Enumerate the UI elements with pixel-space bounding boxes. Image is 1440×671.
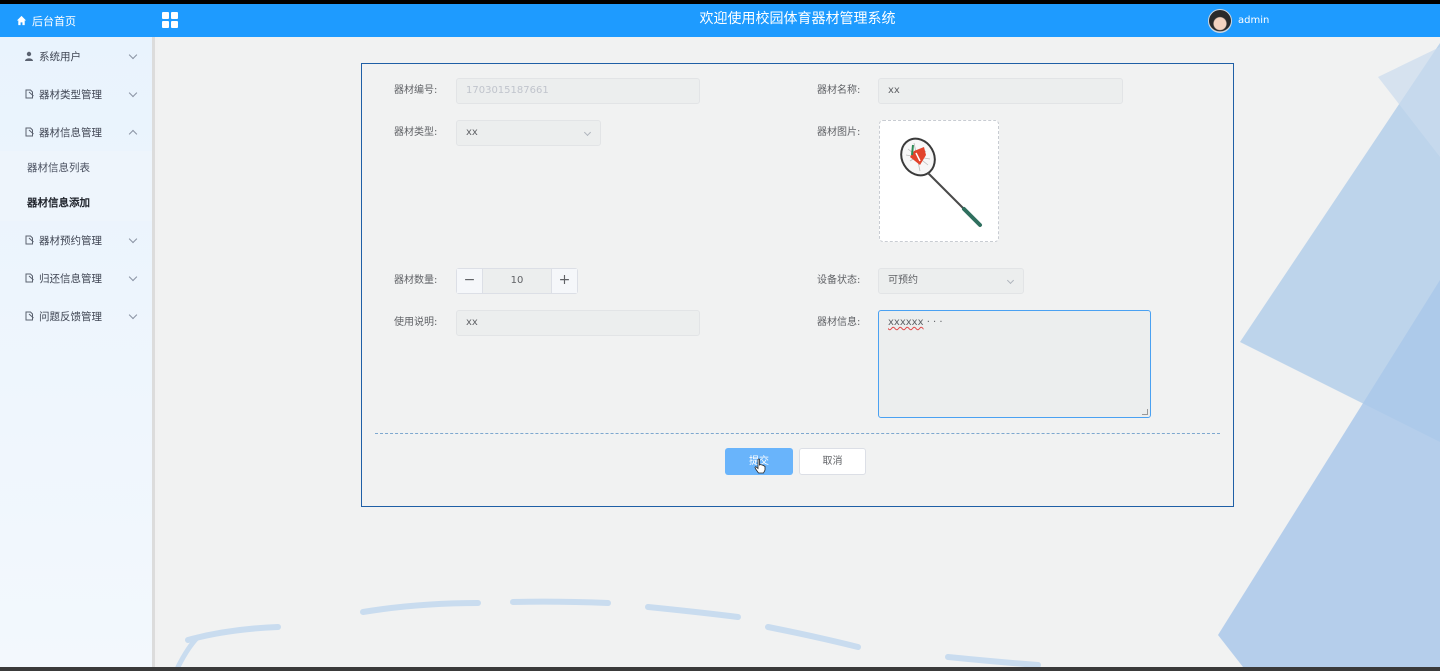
chevron-down-icon — [128, 234, 138, 244]
sidebar-item-label: 系统用户 — [39, 50, 81, 63]
code-input: 1703015187661 — [456, 78, 700, 104]
quantity-stepper: − 10 + — [456, 268, 578, 294]
equipment-add-form: 器材编号: 1703015187661 器材名称: xx 器材类型: xx 器材… — [361, 63, 1234, 507]
chevron-down-icon — [128, 88, 138, 98]
menu-toggle-grid-icon[interactable] — [162, 12, 178, 28]
main-content: 器材编号: 1703015187661 器材名称: xx 器材类型: xx 器材… — [158, 37, 1440, 667]
qty-label: 器材数量: — [394, 275, 438, 286]
info-text: xxxxxx — [888, 317, 924, 328]
submenu-equipment-info: 器材信息列表 器材信息添加 — [0, 151, 152, 221]
qty-input[interactable]: 10 — [483, 269, 551, 293]
chevron-down-icon — [1006, 276, 1015, 285]
sidebar-item-label: 问题反馈管理 — [39, 310, 102, 323]
info-text-suffix: · · · — [926, 317, 943, 328]
status-label: 设备状态: — [817, 275, 861, 286]
sidebar-item-label: 归还信息管理 — [39, 272, 102, 285]
avatar[interactable] — [1208, 8, 1232, 33]
top-header: 后台首页 欢迎使用校园体育器材管理系统 admin — [0, 4, 1440, 37]
usage-input[interactable]: xx — [456, 310, 700, 336]
chevron-down-icon — [128, 272, 138, 282]
doc-icon — [25, 273, 34, 283]
resize-handle-icon[interactable] — [1142, 409, 1148, 415]
sidebar-item-equipment-type[interactable]: 器材类型管理 — [0, 75, 152, 113]
chevron-down-icon — [128, 310, 138, 320]
doc-icon — [25, 311, 34, 321]
sidebar-subitem-equipment-list[interactable]: 器材信息列表 — [0, 151, 152, 186]
type-select[interactable]: xx — [456, 120, 601, 146]
qty-decrease-button[interactable]: − — [457, 269, 483, 293]
usage-label: 使用说明: — [394, 317, 438, 328]
chevron-down-icon — [128, 50, 138, 60]
sidebar-item-label: 器材预约管理 — [39, 234, 102, 247]
name-label: 器材名称: — [817, 85, 861, 96]
app-window: 后台首页 欢迎使用校园体育器材管理系统 admin 系统用户 器材类型管理 器材… — [0, 4, 1440, 667]
chevron-up-icon — [128, 129, 138, 139]
hand-cursor-icon — [754, 458, 766, 474]
sidebar-item-label: 器材类型管理 — [39, 88, 102, 101]
image-upload[interactable] — [879, 120, 999, 242]
form-divider — [375, 433, 1220, 434]
sidebar-subitem-equipment-add[interactable]: 器材信息添加 — [0, 186, 152, 221]
badminton-racket-image — [900, 137, 982, 227]
sidebar-item-system-users[interactable]: 系统用户 — [0, 37, 152, 75]
sidebar: 系统用户 器材类型管理 器材信息管理 器材信息列表 器材信息添加 器材预约管理 … — [0, 37, 155, 667]
cancel-button[interactable]: 取消 — [799, 448, 866, 475]
sidebar-item-return[interactable]: 归还信息管理 — [0, 259, 152, 297]
qty-increase-button[interactable]: + — [551, 269, 577, 293]
info-label: 器材信息: — [817, 317, 861, 328]
info-textarea[interactable]: xxxxxx · · · — [878, 310, 1151, 418]
status-select-value: 可预约 — [888, 275, 918, 286]
username: admin — [1238, 15, 1270, 26]
type-select-value: xx — [466, 127, 478, 138]
sidebar-item-feedback[interactable]: 问题反馈管理 — [0, 297, 152, 335]
chevron-down-icon — [583, 128, 592, 137]
name-input[interactable]: xx — [878, 78, 1123, 104]
home-label: 后台首页 — [32, 14, 76, 28]
doc-icon — [25, 89, 34, 99]
code-label: 器材编号: — [394, 85, 438, 96]
user-icon — [25, 51, 33, 61]
taskbar-edge — [0, 667, 1440, 671]
user-menu[interactable]: admin — [1208, 7, 1269, 34]
doc-icon — [25, 235, 34, 245]
home-icon — [16, 15, 27, 26]
home-link[interactable]: 后台首页 — [16, 4, 76, 37]
type-label: 器材类型: — [394, 127, 438, 138]
image-label: 器材图片: — [817, 127, 861, 138]
sidebar-item-label: 器材信息管理 — [39, 126, 102, 139]
status-select[interactable]: 可预约 — [878, 268, 1024, 294]
sidebar-item-equipment-info[interactable]: 器材信息管理 — [0, 113, 152, 151]
doc-icon — [25, 127, 34, 137]
sidebar-item-reservation[interactable]: 器材预约管理 — [0, 221, 152, 259]
